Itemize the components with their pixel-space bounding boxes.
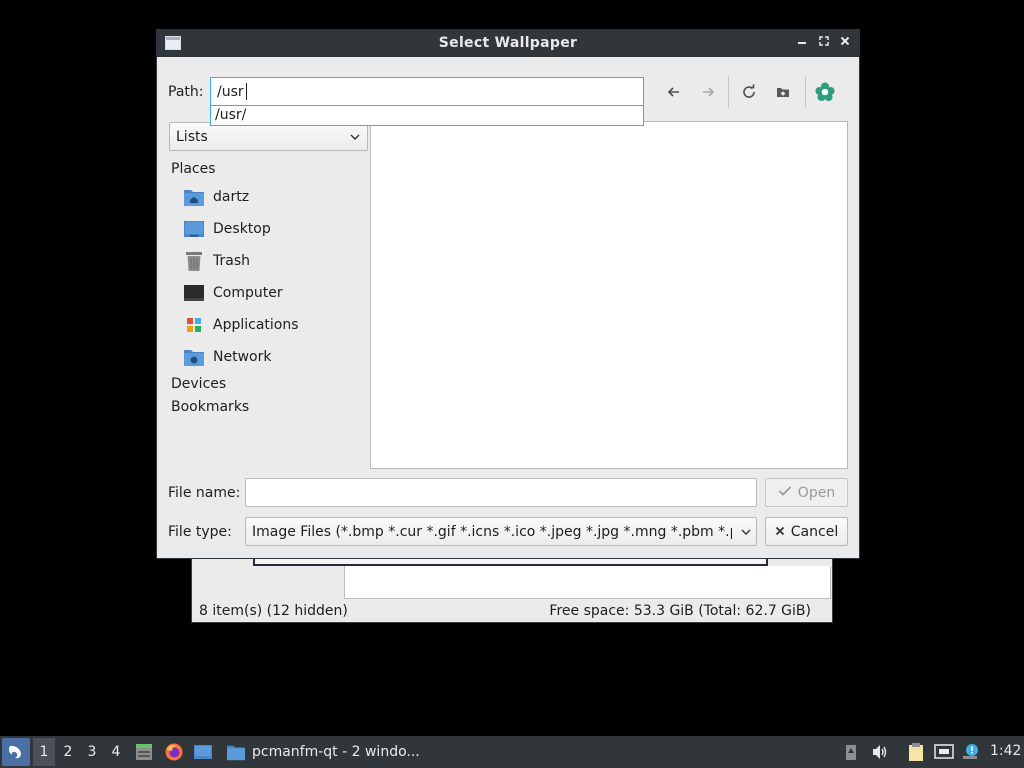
clipboard-icon bbox=[909, 743, 923, 761]
workspace-2[interactable]: 2 bbox=[57, 738, 79, 766]
show-desktop-launcher[interactable] bbox=[192, 741, 214, 763]
sidebar-item-label: dartz bbox=[213, 189, 250, 205]
cancel-x-icon bbox=[775, 524, 785, 540]
minimize-button[interactable] bbox=[794, 34, 810, 52]
sidebar-item-label: Desktop bbox=[213, 221, 271, 237]
clock[interactable]: 1:42 bbox=[990, 743, 1021, 759]
cancel-button[interactable]: Cancel bbox=[765, 517, 848, 546]
free-space-status: Free space: 53.3 GiB (Total: 62.7 GiB) bbox=[549, 603, 811, 619]
sidebar-item-computer[interactable]: Computer bbox=[183, 279, 363, 307]
sidebar-item-applications[interactable]: Applications bbox=[183, 311, 363, 339]
minimize-icon bbox=[798, 42, 806, 44]
toolbar-separator bbox=[728, 76, 729, 108]
bookmarks-header[interactable]: Bookmarks bbox=[171, 399, 249, 415]
clipboard-button[interactable] bbox=[905, 741, 927, 763]
start-menu-button[interactable] bbox=[2, 738, 30, 766]
network-icon bbox=[183, 346, 205, 368]
battery-icon bbox=[846, 745, 856, 760]
devices-header[interactable]: Devices bbox=[171, 376, 226, 392]
dialog-titlebar[interactable]: Select Wallpaper bbox=[157, 30, 859, 57]
sidebar-item-dartz[interactable]: dartz bbox=[183, 183, 363, 211]
file-manager-launcher[interactable] bbox=[133, 741, 155, 763]
file-name-input[interactable] bbox=[245, 478, 757, 507]
computer-icon bbox=[183, 282, 205, 304]
sidebar-item-label: Trash bbox=[213, 253, 250, 269]
workspace-3[interactable]: 3 bbox=[81, 738, 103, 766]
path-autocomplete-suggestion[interactable]: /usr/ bbox=[210, 105, 644, 126]
desktop-icon bbox=[194, 745, 212, 759]
arrow-left-icon bbox=[667, 87, 679, 97]
new-folder-icon bbox=[777, 88, 789, 97]
maximize-button[interactable] bbox=[816, 34, 832, 52]
file-type-label: File type: bbox=[168, 524, 232, 540]
speaker-icon bbox=[873, 745, 887, 759]
path-input[interactable] bbox=[210, 77, 644, 106]
sidebar-item-label: Applications bbox=[213, 317, 299, 333]
network-status-button[interactable] bbox=[933, 741, 955, 763]
workspace-4[interactable]: 4 bbox=[105, 738, 127, 766]
background-file-view bbox=[344, 566, 831, 599]
reload-icon bbox=[743, 84, 755, 98]
sidebar-item-desktop[interactable]: Desktop bbox=[183, 215, 363, 243]
file-type-select[interactable]: Image Files (*.bmp *.cur *.gif *.icns *.… bbox=[245, 517, 757, 546]
chevron-down-icon bbox=[740, 526, 752, 538]
forward-button[interactable] bbox=[694, 78, 722, 106]
show-hidden-button[interactable] bbox=[811, 78, 839, 106]
desktop-icon bbox=[183, 218, 205, 240]
trash-icon bbox=[183, 250, 205, 272]
task-label: pcmanfm-qt - 2 windo... bbox=[252, 744, 420, 760]
notification-icon bbox=[963, 744, 978, 759]
maximize-icon bbox=[819, 36, 829, 46]
checkmark-icon bbox=[778, 485, 792, 501]
path-label: Path: bbox=[168, 84, 204, 100]
file-type-value: Image Files (*.bmp *.cur *.gif *.icns *.… bbox=[252, 524, 732, 540]
background-inner-frame bbox=[253, 558, 768, 566]
file-list-view[interactable] bbox=[370, 121, 848, 469]
applications-icon bbox=[183, 314, 205, 336]
places-sidebar: Places dartz Desktop Trash Computer Appl… bbox=[169, 156, 369, 466]
view-mode-value: Lists bbox=[176, 129, 208, 145]
taskbar: 1 2 3 4 pcmanfm-qt - 2 windo... 1:42 bbox=[0, 736, 1024, 768]
lxqt-logo-icon bbox=[8, 745, 21, 759]
sidebar-item-label: Computer bbox=[213, 285, 283, 301]
settings-flower-icon bbox=[815, 82, 835, 101]
file-name-label: File name: bbox=[168, 485, 241, 501]
workspace-1[interactable]: 1 bbox=[33, 738, 55, 766]
volume-button[interactable] bbox=[869, 741, 891, 763]
arrow-right-icon bbox=[703, 87, 715, 97]
sidebar-item-label: Network bbox=[213, 349, 272, 365]
sidebar-item-trash[interactable]: Trash bbox=[183, 247, 363, 275]
toolbar-separator bbox=[805, 76, 806, 108]
sidebar-item-network[interactable]: Network bbox=[183, 343, 363, 371]
notification-button[interactable] bbox=[960, 741, 982, 763]
close-icon bbox=[840, 36, 850, 46]
text-caret bbox=[246, 83, 247, 100]
taskbar-task-pcmanfm[interactable]: pcmanfm-qt - 2 windo... bbox=[222, 738, 422, 766]
view-mode-select[interactable]: Lists bbox=[169, 122, 368, 151]
reload-button[interactable] bbox=[735, 78, 763, 106]
firefox-launcher[interactable] bbox=[163, 741, 185, 763]
firefox-icon bbox=[165, 743, 183, 761]
close-button[interactable] bbox=[837, 34, 853, 52]
new-folder-button[interactable] bbox=[769, 78, 797, 106]
network-wired-icon bbox=[934, 744, 954, 759]
home-folder-icon bbox=[183, 186, 205, 208]
back-button[interactable] bbox=[660, 78, 688, 106]
folder-icon bbox=[227, 745, 245, 761]
tray-item[interactable] bbox=[840, 741, 862, 763]
select-wallpaper-dialog: Select Wallpaper Path: /usr /usr/ Lists … bbox=[156, 29, 860, 559]
cancel-button-label: Cancel bbox=[790, 523, 839, 540]
item-count-status: 8 item(s) (12 hidden) bbox=[199, 603, 348, 619]
chevron-down-icon bbox=[350, 134, 360, 140]
open-button-label: Open bbox=[797, 484, 836, 501]
background-file-manager-window: 8 item(s) (12 hidden) Free space: 53.3 G… bbox=[191, 557, 833, 623]
places-header[interactable]: Places bbox=[171, 161, 216, 177]
dialog-title: Select Wallpaper bbox=[438, 35, 578, 51]
file-cabinet-icon bbox=[136, 744, 152, 760]
open-button[interactable]: Open bbox=[765, 478, 848, 507]
